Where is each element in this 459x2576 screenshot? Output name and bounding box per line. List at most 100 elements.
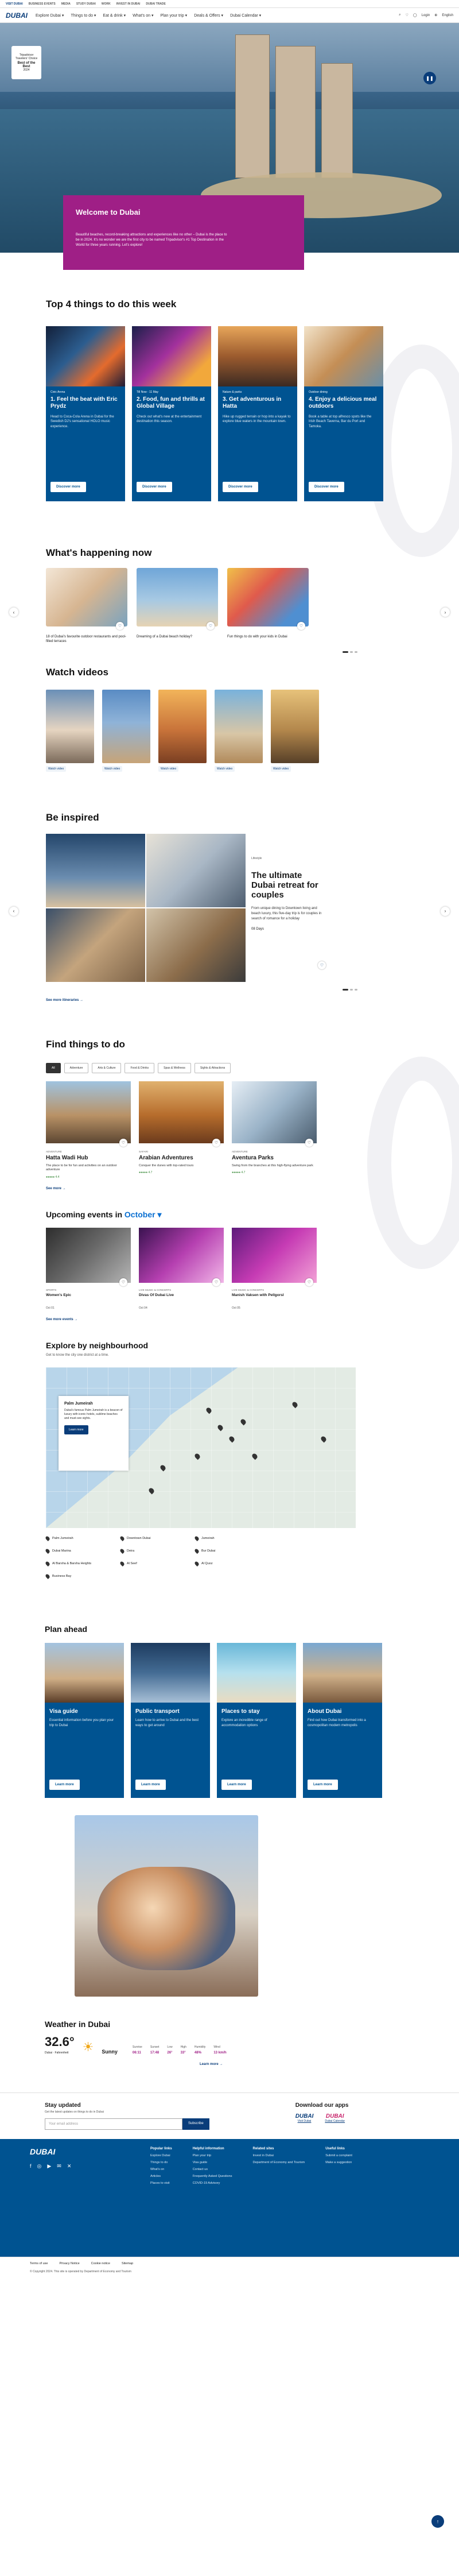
footer-link[interactable]: Submit a complaint bbox=[325, 2154, 352, 2157]
heart-icon[interactable]: ♡ bbox=[207, 622, 215, 630]
neighbourhood-item[interactable]: Dubai Marina bbox=[45, 1548, 109, 1554]
email-icon[interactable]: ✉ bbox=[57, 2163, 61, 2169]
heart-icon[interactable]: ♡ bbox=[119, 1278, 127, 1287]
footer-link[interactable]: Places to visit bbox=[150, 2182, 172, 2185]
top4-card[interactable]: Nature & parks 3. Get adventurous in Hat… bbox=[218, 326, 297, 501]
top4-card[interactable]: Civic Arena 1. Feel the beat with Eric P… bbox=[46, 326, 125, 501]
video-card[interactable]: Watch video bbox=[271, 689, 319, 772]
footer-link[interactable]: What's on bbox=[150, 2168, 172, 2171]
watch-video-label[interactable]: Watch video bbox=[102, 765, 123, 772]
learn-more-button[interactable]: Learn more bbox=[64, 1425, 88, 1435]
heart-icon[interactable]: ♡ bbox=[305, 1138, 313, 1147]
heart-icon[interactable]: ♡ bbox=[212, 1138, 220, 1147]
pause-icon[interactable]: ❚❚ bbox=[423, 72, 436, 84]
dubai-logo[interactable]: DUBAI bbox=[6, 11, 29, 20]
neighbourhood-item[interactable]: Al Barsha & Barsha Heights bbox=[45, 1561, 109, 1567]
learn-more-button[interactable]: Learn more bbox=[49, 1780, 80, 1790]
discover-more-button[interactable]: Discover more bbox=[137, 482, 172, 492]
neighbourhood-item[interactable]: Al Quoz bbox=[194, 1561, 258, 1567]
discover-more-button[interactable]: Discover more bbox=[50, 482, 86, 492]
topbar-link-work[interactable]: WORK bbox=[102, 2, 111, 6]
see-more-events-link[interactable]: See more events → bbox=[46, 1318, 413, 1321]
watch-video-label[interactable]: Watch video bbox=[271, 765, 291, 772]
top4-card[interactable]: Outdoor dining 4. Enjoy a delicious meal… bbox=[304, 326, 383, 501]
tab-arts-culture[interactable]: Arts & Culture bbox=[92, 1062, 122, 1073]
facebook-icon[interactable]: f bbox=[30, 2163, 32, 2169]
todo-card[interactable]: ♡ ADVENTURE Hatta Wadi Hub The place to … bbox=[46, 1081, 131, 1179]
chevron-left-icon[interactable]: ‹ bbox=[9, 906, 18, 916]
neighbourhood-map[interactable]: Palm Jumeirah Dubai's famous Palm Jumeir… bbox=[46, 1367, 356, 1529]
see-more-itineraries-link[interactable]: See more itineraries → bbox=[46, 999, 413, 1002]
topbar-link-media[interactable]: MEDIA bbox=[61, 2, 71, 6]
user-icon[interactable]: ◯ bbox=[413, 13, 417, 17]
heart-icon[interactable]: ♡ bbox=[212, 1278, 220, 1287]
top4-card[interactable]: Till Now - 11 May 2. Food, fun and thril… bbox=[132, 326, 211, 501]
neighbourhood-item[interactable]: Al Seef bbox=[119, 1561, 184, 1567]
happening-card[interactable]: ♡ 18 of Dubai's favourite outdoor restau… bbox=[46, 568, 127, 644]
neighbourhood-item[interactable]: Palm Jumeirah bbox=[45, 1535, 109, 1542]
topbar-link-invest[interactable]: INVEST IN DUBAI bbox=[116, 2, 141, 6]
visit-dubai-app[interactable]: DUBAI Visit Dubai bbox=[295, 2113, 314, 2123]
month-selector[interactable]: October bbox=[125, 1210, 155, 1219]
login-link[interactable]: Login bbox=[422, 14, 430, 17]
see-more-link[interactable]: See more → bbox=[46, 1187, 413, 1190]
language-selector[interactable]: English bbox=[442, 14, 453, 17]
learn-more-button[interactable]: Learn more bbox=[221, 1780, 252, 1790]
video-card[interactable]: Watch video bbox=[102, 689, 150, 772]
subscribe-button[interactable]: Subscribe bbox=[182, 2118, 209, 2130]
footer-link[interactable]: Visa guide bbox=[193, 2161, 232, 2164]
chevron-right-icon[interactable]: › bbox=[441, 906, 450, 916]
footer-link[interactable]: Plan your trip bbox=[193, 2154, 232, 2157]
instagram-icon[interactable]: ◎ bbox=[37, 2163, 42, 2169]
heart-icon[interactable]: ♡ bbox=[305, 1278, 313, 1287]
neighbourhood-item[interactable]: Business Bay bbox=[45, 1573, 109, 1580]
footer-link[interactable]: Make a suggestion bbox=[325, 2161, 352, 2164]
youtube-icon[interactable]: ▶ bbox=[47, 2163, 51, 2169]
heart-icon[interactable]: ♡ bbox=[318, 961, 326, 969]
sitemap-link[interactable]: Sitemap bbox=[122, 2262, 133, 2265]
plan-card[interactable]: Public transport Learn how to arrive to … bbox=[131, 1643, 210, 1798]
unit-toggle[interactable]: Fahrenheit bbox=[55, 2051, 69, 2055]
search-icon[interactable]: ⌕ bbox=[399, 13, 400, 17]
happening-card[interactable]: ♡ Dreaming of a Dubai beach holiday? bbox=[137, 568, 218, 644]
event-card[interactable]: ♡ LIVE MUSIC & CONCERTS Manish Vaksen wi… bbox=[232, 1228, 317, 1310]
nav-dubai-calendar[interactable]: Dubai Calendar ▾ bbox=[230, 13, 261, 18]
heart-icon[interactable]: ♡ bbox=[405, 13, 408, 17]
discover-more-button[interactable]: Discover more bbox=[309, 482, 344, 492]
weather-learn-more-link[interactable]: Learn more → bbox=[200, 2063, 413, 2066]
footer-link[interactable]: Department of Economy and Tourism bbox=[252, 2161, 305, 2164]
event-card[interactable]: ♡ SPORTS Women's Epic Oct 01 bbox=[46, 1228, 131, 1310]
footer-link[interactable]: Explore Dubai bbox=[150, 2154, 172, 2157]
watch-video-label[interactable]: Watch video bbox=[46, 765, 67, 772]
footer-link[interactable]: Frequently Asked Questions bbox=[193, 2175, 232, 2178]
nav-eat-drink[interactable]: Eat & drink ▾ bbox=[103, 13, 126, 18]
happening-card[interactable]: ♡ Fun things to do with your kids in Dub… bbox=[227, 568, 309, 644]
plan-card[interactable]: Visa guide Essential information before … bbox=[45, 1643, 124, 1798]
todo-card[interactable]: ♡ ADVENTURE Aventura Parks Swing from th… bbox=[232, 1081, 317, 1179]
footer-link[interactable]: Things to do bbox=[150, 2161, 172, 2164]
nav-plan-trip[interactable]: Plan your trip ▾ bbox=[161, 13, 188, 18]
watch-video-label[interactable]: Watch video bbox=[215, 765, 235, 772]
chevron-right-icon[interactable]: › bbox=[441, 608, 450, 617]
heart-icon[interactable]: ♡ bbox=[116, 622, 124, 630]
tab-sights-attractions[interactable]: Sights & Attractions bbox=[194, 1062, 231, 1073]
tab-food-drinks[interactable]: Food & Drinks bbox=[125, 1062, 155, 1073]
footer-link[interactable]: Contact us bbox=[193, 2168, 232, 2171]
privacy-link[interactable]: Privacy Notice bbox=[59, 2262, 79, 2265]
back-to-top-icon[interactable]: ↑ bbox=[431, 2515, 444, 2528]
footer-link[interactable]: Articles bbox=[150, 2175, 172, 2178]
chevron-down-icon[interactable]: ▾ bbox=[158, 1210, 162, 1219]
terms-link[interactable]: Terms of use bbox=[30, 2262, 48, 2265]
plan-card[interactable]: Places to stay Explore an incredible ran… bbox=[217, 1643, 296, 1798]
event-card[interactable]: ♡ LIVE MUSIC & CONCERTS Divas Of Dubai L… bbox=[139, 1228, 224, 1310]
tab-spas-wellness[interactable]: Spas & Wellness bbox=[158, 1062, 191, 1073]
learn-more-button[interactable]: Learn more bbox=[308, 1780, 338, 1790]
topbar-link-business-events[interactable]: BUSINESS EVENTS bbox=[29, 2, 56, 6]
topbar-link-visit-dubai[interactable]: VISIT DUBAI bbox=[6, 2, 23, 6]
neighbourhood-item[interactable]: Bur Dubai bbox=[194, 1548, 258, 1554]
nav-whats-on[interactable]: What's on ▾ bbox=[133, 13, 153, 18]
nav-explore-dubai[interactable]: Explore Dubai ▾ bbox=[36, 13, 64, 18]
neighbourhood-item[interactable]: Downtown Dubai bbox=[119, 1535, 184, 1542]
video-card[interactable]: Watch video bbox=[158, 689, 207, 772]
heart-icon[interactable]: ♡ bbox=[119, 1138, 127, 1147]
